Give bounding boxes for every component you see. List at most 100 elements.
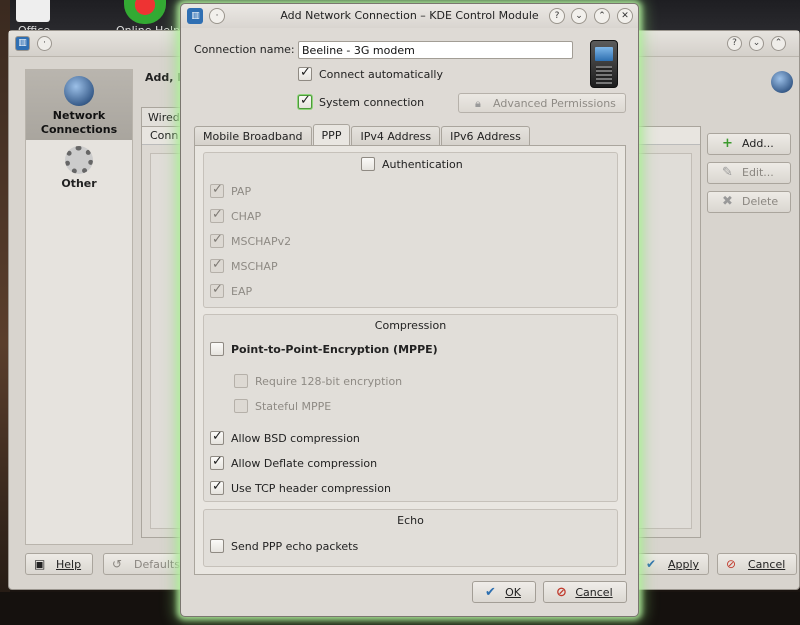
checkbox-label: MSCHAP: [231, 259, 278, 273]
tcp-header-compression-checkbox[interactable]: Use TCP header compression: [210, 479, 391, 495]
category-sidebar: Network Connections Other: [25, 69, 133, 545]
network-globe-icon: [64, 76, 94, 106]
eap-checkbox[interactable]: EAP: [210, 282, 253, 298]
checkbox-box[interactable]: [210, 539, 224, 553]
button-label: Advanced Permissions: [493, 97, 616, 110]
edit-connection-button[interactable]: ✎ Edit...: [707, 162, 791, 184]
checkbox-box[interactable]: [298, 65, 312, 81]
mppe-checkbox[interactable]: Point-to-Point-Encryption (MPPE): [210, 342, 438, 356]
tab-ipv4-address[interactable]: IPv4 Address: [351, 126, 441, 146]
maximize-icon[interactable]: ⌃: [771, 36, 786, 51]
pap-checkbox[interactable]: PAP: [210, 182, 251, 198]
checkbox-label: Authentication: [382, 157, 463, 171]
checkbox-label: Stateful MPPE: [255, 399, 332, 413]
help-icon: ▣: [34, 557, 46, 571]
tab-mobile-broadband[interactable]: Mobile Broadband: [194, 126, 312, 146]
checkbox-label: CHAP: [231, 209, 262, 223]
echo-group: Echo Send PPP echo packets: [203, 509, 618, 567]
checkbox-box[interactable]: [210, 479, 224, 495]
sidebar-item-network-connections[interactable]: Network Connections: [26, 70, 132, 140]
add-network-connection-dialog: ▥ · Add Network Connection – KDE Control…: [180, 3, 639, 617]
checkbox-box[interactable]: [210, 232, 224, 248]
network-globe-icon: [771, 71, 793, 93]
help-icon[interactable]: ?: [727, 36, 742, 51]
dialog-title: Add Network Connection – KDE Control Mod…: [280, 9, 539, 22]
dialog-titlebar[interactable]: ▥ · Add Network Connection – KDE Control…: [181, 4, 638, 28]
checkbox-label: Send PPP echo packets: [231, 539, 359, 553]
deflate-compression-checkbox[interactable]: Allow Deflate compression: [210, 454, 378, 470]
sidebar-item-label: Network Connections: [40, 109, 118, 136]
checkbox-box[interactable]: [210, 182, 224, 198]
checkbox-box[interactable]: [210, 342, 224, 356]
checkbox-label: Point-to-Point-Encryption (MPPE): [231, 342, 438, 356]
mschapv2-checkbox[interactable]: MSCHAPv2: [210, 232, 292, 248]
sidebar-item-other[interactable]: Other: [26, 140, 132, 210]
check-icon: ✔: [485, 585, 496, 600]
tab-ppp[interactable]: PPP: [312, 124, 351, 146]
add-connection-button[interactable]: + Add...: [707, 133, 791, 155]
stateful-mppe-checkbox[interactable]: Stateful MPPE: [234, 399, 331, 413]
defaults-button[interactable]: ↺ Defaults: [103, 553, 183, 575]
minimize-icon[interactable]: ⌄: [749, 36, 764, 51]
system-connection-checkbox[interactable]: System connection: [298, 93, 425, 109]
checkbox-box[interactable]: [298, 93, 312, 109]
group-title: Echo: [397, 514, 424, 527]
checkbox-label: Allow BSD compression: [231, 431, 360, 445]
plus-icon: +: [722, 136, 733, 151]
gear-icon: [65, 146, 93, 174]
authentication-group: Authentication PAP CHAP MSCHAPv2 MSCHAP …: [203, 152, 618, 308]
help-button[interactable]: ▣ Help: [25, 553, 93, 575]
chap-checkbox[interactable]: CHAP: [210, 207, 262, 223]
mobile-phone-icon: [590, 40, 618, 88]
close-icon[interactable]: ✕: [617, 8, 633, 24]
check-icon: ✔: [646, 557, 657, 571]
delete-connection-button[interactable]: ✖ Delete: [707, 191, 791, 213]
advanced-permissions-button[interactable]: 🔒︎ Advanced Permissions: [458, 93, 626, 113]
minimize-icon[interactable]: ⌄: [571, 8, 587, 24]
help-icon[interactable]: ?: [549, 8, 565, 24]
send-echo-checkbox[interactable]: Send PPP echo packets: [210, 539, 358, 553]
office-icon[interactable]: [16, 0, 50, 22]
checkbox-box[interactable]: [210, 257, 224, 273]
maximize-icon[interactable]: ⌃: [594, 8, 610, 24]
mschap-checkbox[interactable]: MSCHAP: [210, 257, 278, 273]
page-heading: Add, E: [145, 71, 185, 84]
apply-button[interactable]: ✔ Apply: [637, 553, 709, 575]
cancel-button[interactable]: ⊘ Cancel: [543, 581, 627, 603]
checkbox-label: Use TCP header compression: [231, 481, 391, 495]
window-menu-icon[interactable]: ·: [37, 36, 52, 51]
checkbox-box[interactable]: [361, 157, 375, 171]
checkbox-label: EAP: [231, 284, 253, 298]
checkbox-box[interactable]: [210, 282, 224, 298]
require-128bit-checkbox[interactable]: Require 128-bit encryption: [234, 374, 402, 388]
button-label: Help: [56, 558, 82, 571]
checkbox-box[interactable]: [234, 374, 248, 388]
checkbox-box[interactable]: [234, 399, 248, 413]
defaults-icon: ↺: [112, 557, 123, 571]
compression-group: Compression Point-to-Point-Encryption (M…: [203, 314, 618, 502]
checkbox-label: Connect automatically: [319, 67, 443, 81]
tab-ipv6-address[interactable]: IPv6 Address: [441, 126, 530, 146]
group-title: Compression: [374, 319, 447, 332]
button-label: Cancel: [748, 558, 786, 571]
checkbox-label: MSCHAPv2: [231, 234, 292, 248]
ok-button[interactable]: ✔ OK: [472, 581, 536, 603]
button-label: Add...: [742, 137, 774, 150]
bsd-compression-checkbox[interactable]: Allow BSD compression: [210, 429, 360, 445]
checkbox-label: Allow Deflate compression: [231, 456, 378, 470]
checkbox-box[interactable]: [210, 429, 224, 445]
authentication-checkbox[interactable]: Authentication: [361, 157, 463, 171]
sidebar-item-label: Other: [61, 177, 97, 190]
tab-bar: Mobile Broadband PPP IPv4 Address IPv6 A…: [194, 124, 531, 146]
permissions-icon: 🔒︎: [475, 97, 481, 110]
cancel-icon: ⊘: [556, 585, 567, 600]
connection-name-input[interactable]: [298, 41, 573, 59]
delete-icon: ✖: [722, 194, 733, 209]
cancel-icon: ⊘: [726, 557, 737, 571]
checkbox-label: System connection: [319, 95, 425, 109]
cancel-button[interactable]: ⊘ Cancel: [717, 553, 797, 575]
checkbox-box[interactable]: [210, 454, 224, 470]
button-label: Apply: [668, 558, 700, 571]
connect-automatically-checkbox[interactable]: Connect automatically: [298, 65, 443, 81]
checkbox-box[interactable]: [210, 207, 224, 223]
